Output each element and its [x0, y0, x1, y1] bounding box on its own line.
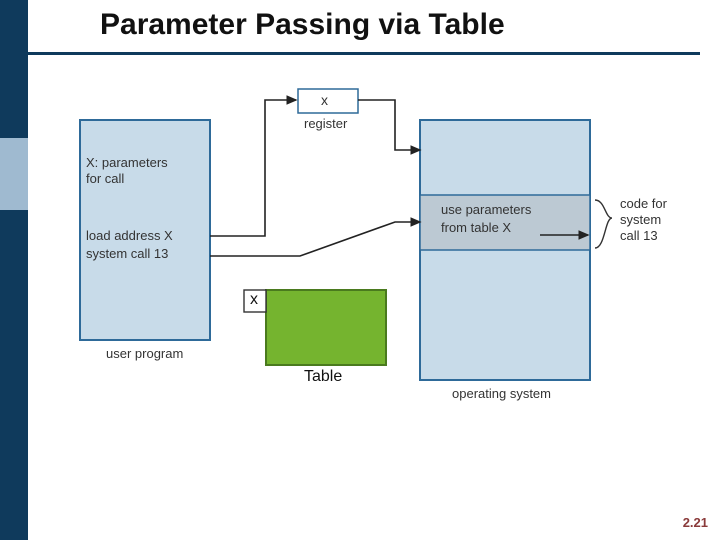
table-caption: Table	[304, 368, 342, 386]
diagram-canvas	[0, 0, 720, 540]
brace-text-2: system	[620, 212, 661, 227]
register-label: register	[304, 116, 347, 131]
user-caption: user program	[106, 346, 183, 361]
os-line1: use parameters	[441, 202, 531, 217]
user-line1: X: parameters	[86, 155, 168, 170]
title-rule	[28, 52, 700, 55]
os-line2: from table X	[441, 220, 511, 235]
left-sidebar	[0, 0, 28, 540]
register-value: x	[321, 92, 328, 108]
page-number: 2.21	[683, 515, 708, 530]
user-line3: load address X	[86, 228, 173, 243]
user-line4: system call 13	[86, 246, 168, 261]
left-sidebar-accent	[0, 138, 28, 210]
user-line2: for call	[86, 171, 124, 186]
brace-text-1: code for	[620, 196, 667, 211]
os-caption: operating system	[452, 386, 551, 401]
table-x-label: x	[250, 291, 258, 309]
brace-text-3: call 13	[620, 228, 658, 243]
page-title: Parameter Passing via Table	[100, 8, 505, 42]
